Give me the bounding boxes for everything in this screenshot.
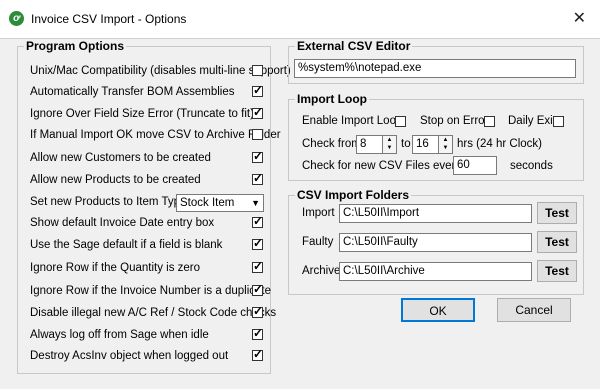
app-icon: ơ xyxy=(9,11,24,26)
program-option-label: Show default Invoice Date entry box xyxy=(30,217,215,229)
program-option-checkbox[interactable] xyxy=(252,129,263,140)
program-option-checkbox[interactable] xyxy=(252,105,263,119)
program-option-checkbox[interactable] xyxy=(252,83,263,97)
program-options-label: Program Options xyxy=(24,39,127,53)
program-option-checkbox[interactable] xyxy=(252,304,263,318)
program-option-checkbox[interactable] xyxy=(252,282,263,296)
test-archive-button[interactable]: Test xyxy=(537,260,577,282)
program-option-checkbox[interactable] xyxy=(252,326,263,340)
stop-on-error-checkbox[interactable] xyxy=(484,116,495,127)
window-title: Invoice CSV Import - Options xyxy=(31,12,187,26)
check-from-label: Check from xyxy=(302,138,361,150)
program-option-label: Disable illegal new A/C Ref / Stock Code… xyxy=(30,307,277,319)
to-hour-spinner[interactable]: ▲ ▼ xyxy=(438,135,453,154)
import-loop-label: Import Loop xyxy=(295,92,369,106)
program-option-label: Ignore Over Field Size Error (Truncate t… xyxy=(30,108,254,120)
folder-path-import[interactable]: C:\L50II\Import xyxy=(339,204,532,223)
editor-path-field[interactable]: %system%\notepad.exe xyxy=(294,59,576,78)
program-option-label: Set new Products to Item Type xyxy=(30,196,187,208)
program-option-label: Ignore Row if the Quantity is zero xyxy=(30,262,201,274)
close-icon[interactable]: ✕ xyxy=(573,8,586,28)
to-hour-field[interactable]: 16 xyxy=(412,135,439,154)
folder-label-archive: Archive xyxy=(302,265,341,277)
program-option-label: Use the Sage default if a field is blank xyxy=(30,239,223,251)
title-bar: ơ Invoice CSV Import - Options ✕ xyxy=(0,0,600,39)
check-every-label: Check for new CSV Files every xyxy=(302,160,462,172)
external-editor-label: External CSV Editor xyxy=(295,39,413,53)
program-option-checkbox[interactable] xyxy=(252,149,263,163)
enable-import-loop-label: Enable Import Loop xyxy=(302,115,403,127)
program-option-checkbox[interactable] xyxy=(252,236,263,250)
program-option-checkbox[interactable] xyxy=(252,214,263,228)
folder-path-archive[interactable]: C:\L50II\Archive xyxy=(339,262,532,281)
hrs-label: hrs (24 hr Clock) xyxy=(457,138,542,150)
daily-exit-label: Daily Exit xyxy=(508,115,556,127)
from-hour-field[interactable]: 8 xyxy=(356,135,383,154)
program-option-label: If Manual Import OK move CSV to Archive … xyxy=(30,129,281,141)
program-option-checkbox[interactable] xyxy=(252,65,263,76)
test-faulty-button[interactable]: Test xyxy=(537,231,577,253)
csv-folders-label: CSV Import Folders xyxy=(295,188,412,202)
program-option-label: Allow new Customers to be created xyxy=(30,152,211,164)
chevron-up-icon: ▲ xyxy=(442,137,449,143)
item-type-select[interactable]: Stock Item ▼ xyxy=(176,194,264,212)
folder-label-import: Import xyxy=(302,207,335,219)
program-option-checkbox[interactable] xyxy=(252,347,263,361)
program-option-label: Allow new Products to be created xyxy=(30,174,201,186)
enable-import-loop-checkbox[interactable] xyxy=(395,116,406,127)
interval-field[interactable]: 60 xyxy=(453,156,497,175)
cancel-button[interactable]: Cancel xyxy=(497,298,571,322)
program-option-label: Always log off from Sage when idle xyxy=(30,329,209,341)
program-option-label: Automatically Transfer BOM Assemblies xyxy=(30,86,235,98)
folder-path-faulty[interactable]: C:\L50II\Faulty xyxy=(339,233,532,252)
chevron-down-icon: ▼ xyxy=(386,145,393,151)
chevron-up-icon: ▲ xyxy=(386,137,393,143)
program-option-checkbox[interactable] xyxy=(252,259,263,273)
program-option-label: Ignore Row if the Invoice Number is a du… xyxy=(30,285,271,297)
test-import-button[interactable]: Test xyxy=(537,202,577,224)
stop-on-error-label: Stop on Error xyxy=(420,115,489,127)
chevron-down-icon: ▼ xyxy=(251,198,260,208)
chevron-down-icon: ▼ xyxy=(442,145,449,151)
ok-button[interactable]: OK xyxy=(401,298,475,322)
daily-exit-checkbox[interactable] xyxy=(553,116,564,127)
program-option-checkbox[interactable] xyxy=(252,171,263,185)
program-option-label: Destroy AcsInv object when logged out xyxy=(30,350,229,362)
seconds-label: seconds xyxy=(510,160,553,172)
folder-label-faulty: Faulty xyxy=(302,236,334,248)
to-label: to xyxy=(401,138,411,150)
from-hour-spinner[interactable]: ▲ ▼ xyxy=(382,135,397,154)
item-type-value: Stock Item xyxy=(180,197,235,209)
